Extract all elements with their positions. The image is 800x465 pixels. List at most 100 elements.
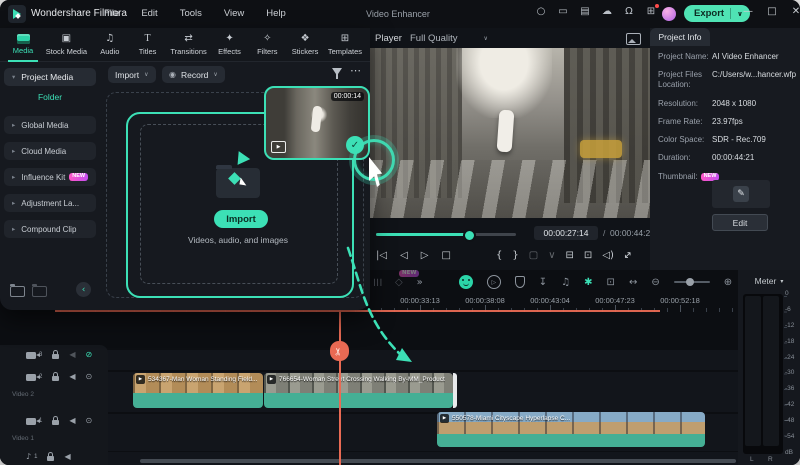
menu-edit[interactable]: Edit [141,8,157,19]
mirror-screen-icon[interactable]: ⊟ [566,250,574,261]
window-title: Video Enhancer [366,9,430,19]
meter-scale: 0-6 -12-18 -24-30 -36-42 -48-54 dB [785,290,799,456]
tab-titles[interactable]: T Titles [133,28,163,61]
lock-icon[interactable] [52,376,59,381]
stop-icon[interactable]: □ [441,250,450,261]
timeline-clip[interactable]: ▶766654-Woman Street Crossing Walking By… [264,373,453,408]
thumbnail-box[interactable]: ✎ [712,180,770,208]
close-button[interactable]: ✕ [784,6,800,17]
meter-header-dropdown[interactable]: Meter ▾ [738,270,800,286]
timeline-zoom-slider[interactable] [674,281,710,283]
screen-record-icon[interactable]: ○ [530,6,552,17]
lock-icon[interactable] [52,354,59,359]
mute-icon[interactable]: ◀ [69,373,75,381]
audio-clip-icon[interactable]: ♫ [561,277,570,288]
clip-trim-handle[interactable] [453,373,457,408]
filter-button[interactable] [332,68,342,79]
maximize-button[interactable]: □ [760,6,784,17]
tab-filters[interactable]: ✧ Filters [252,28,282,61]
mute-icon[interactable]: ◀ [69,351,75,359]
edit-button[interactable]: Edit [712,214,768,231]
seek-knob[interactable] [463,229,476,242]
screen-split-icon[interactable]: ⊡ [607,277,615,288]
more-options-button[interactable]: ⋯ [350,64,361,77]
snapshot-icon[interactable]: ⊡ [584,250,592,261]
field-value: C:/Users/w...hancer.wfp [712,70,796,80]
tab-effects[interactable]: ✦ Effects [215,28,245,61]
mute-icon[interactable]: ◀ [64,453,70,461]
ai-enhance-icon[interactable]: ✱ [584,277,592,288]
mask-icon[interactable] [515,276,525,288]
preview-render-icon[interactable]: ▷ [487,275,501,289]
mute-icon[interactable]: ◀ [69,417,75,425]
tab-stock-media[interactable]: ▣ Stock Media [46,28,87,61]
media-icon [17,34,30,44]
sidebar-item-global-media[interactable]: ▸ Global Media [4,116,96,134]
horizontal-scrollbar[interactable] [140,459,736,463]
menu-tools[interactable]: Tools [180,8,202,19]
media-thumbnail-card[interactable]: 00:00:14 ▶ ✓ [264,86,370,160]
menu-help[interactable]: Help [266,8,286,19]
marker-range-icon[interactable]: ↔ [629,277,637,288]
collapse-panel-button[interactable]: ‹ [76,282,91,297]
record-dot-icon: ◉ [169,70,176,79]
image-preview-icon[interactable] [626,33,641,45]
show-track-icon[interactable]: ⊙ [86,417,93,425]
clip-play-icon: ▶ [267,375,276,384]
timeline-clip[interactable]: ▶534367-Man Woman Standing Field... [133,373,263,408]
apps-grid-icon[interactable]: ⊞ [640,6,662,17]
tab-audio[interactable]: ♫ Audio [95,28,125,61]
lock-icon[interactable] [47,456,54,461]
edit-pencil-icon[interactable]: ✎ [733,186,749,202]
meter-left-label: L [750,456,754,463]
caret-right-icon: ▸ [12,225,15,233]
notifications-bell-icon[interactable]: Ω [618,6,640,17]
new-folder-button[interactable] [10,286,25,297]
sidebar-item-cloud-media[interactable]: ▸ Cloud Media [4,142,96,160]
sidebar-item-folder[interactable]: Folder [0,92,100,102]
audio-ducking-icon[interactable]: ↧ [539,277,547,288]
lock-icon[interactable] [52,420,59,425]
tab-templates[interactable]: ⊞ Templates [328,28,362,61]
save-icon[interactable]: ▤ [574,6,596,17]
mark-out-icon[interactable]: } [512,250,518,261]
zoom-out-icon[interactable]: ⊖ [651,277,659,288]
field-label: Resolution: [658,99,712,109]
cloud-upload-icon[interactable]: ☁ [596,6,618,17]
menu-view[interactable]: View [224,8,244,19]
layout-icon[interactable]: ▭ [552,6,574,17]
ai-assistant-icon[interactable] [459,275,473,289]
tab-project-info[interactable]: Project Info [650,28,710,46]
sidebar-item-adjustment-layer[interactable]: ▸ Adjustment La... [4,194,96,212]
sidebar-item-compound-clip[interactable]: ▸ Compound Clip [4,220,96,238]
sidebar-item-influence-kit[interactable]: ▸ Influence Kit NEW [4,168,96,186]
yellow-cab [580,140,622,158]
import-dropdown-button[interactable]: Import ∨ [108,66,156,83]
hide-track-icon[interactable]: ⊘ [86,351,93,359]
user-avatar[interactable] [662,7,676,21]
fullscreen-icon[interactable]: ↔ [621,249,635,263]
total-time: 00:00:44:21 [610,228,655,238]
tab-transitions[interactable]: ⇄ Transitions [170,28,206,61]
minimize-button[interactable]: — [736,6,760,17]
show-track-icon[interactable]: ⊙ [86,373,93,381]
sidebar-item-project-media[interactable]: ▾ Project Media [4,68,96,86]
timeline-clip[interactable]: ▶550578-Miami Cityscape Hyperlapse C... [437,412,705,447]
record-dropdown-button[interactable]: ◉ Record ∨ [162,66,225,83]
mark-in-icon[interactable]: { [496,250,502,261]
volume-icon[interactable]: ◁) [602,250,614,261]
tab-media[interactable]: Media [8,28,38,62]
tab-label: Titles [139,47,157,56]
tab-stickers[interactable]: ❖ Stickers [290,28,320,61]
crop-caret-icon[interactable]: ∨ [548,250,555,261]
menu-file[interactable]: File [104,8,119,19]
filmora-window: Wondershare Filmora File Edit Tools View… [0,0,800,465]
zoom-slider-knob[interactable] [686,278,694,286]
field-label: Color Space: [658,135,712,145]
import-media-button[interactable]: Import [214,210,268,228]
quality-dropdown[interactable]: Full Quality ∨ [410,33,488,44]
zoom-in-icon[interactable]: ⊕ [724,277,732,288]
crop-icon[interactable]: ▢ [529,250,538,261]
delete-folder-button[interactable] [32,286,47,297]
sidebar-label: Compound Clip [21,225,76,234]
